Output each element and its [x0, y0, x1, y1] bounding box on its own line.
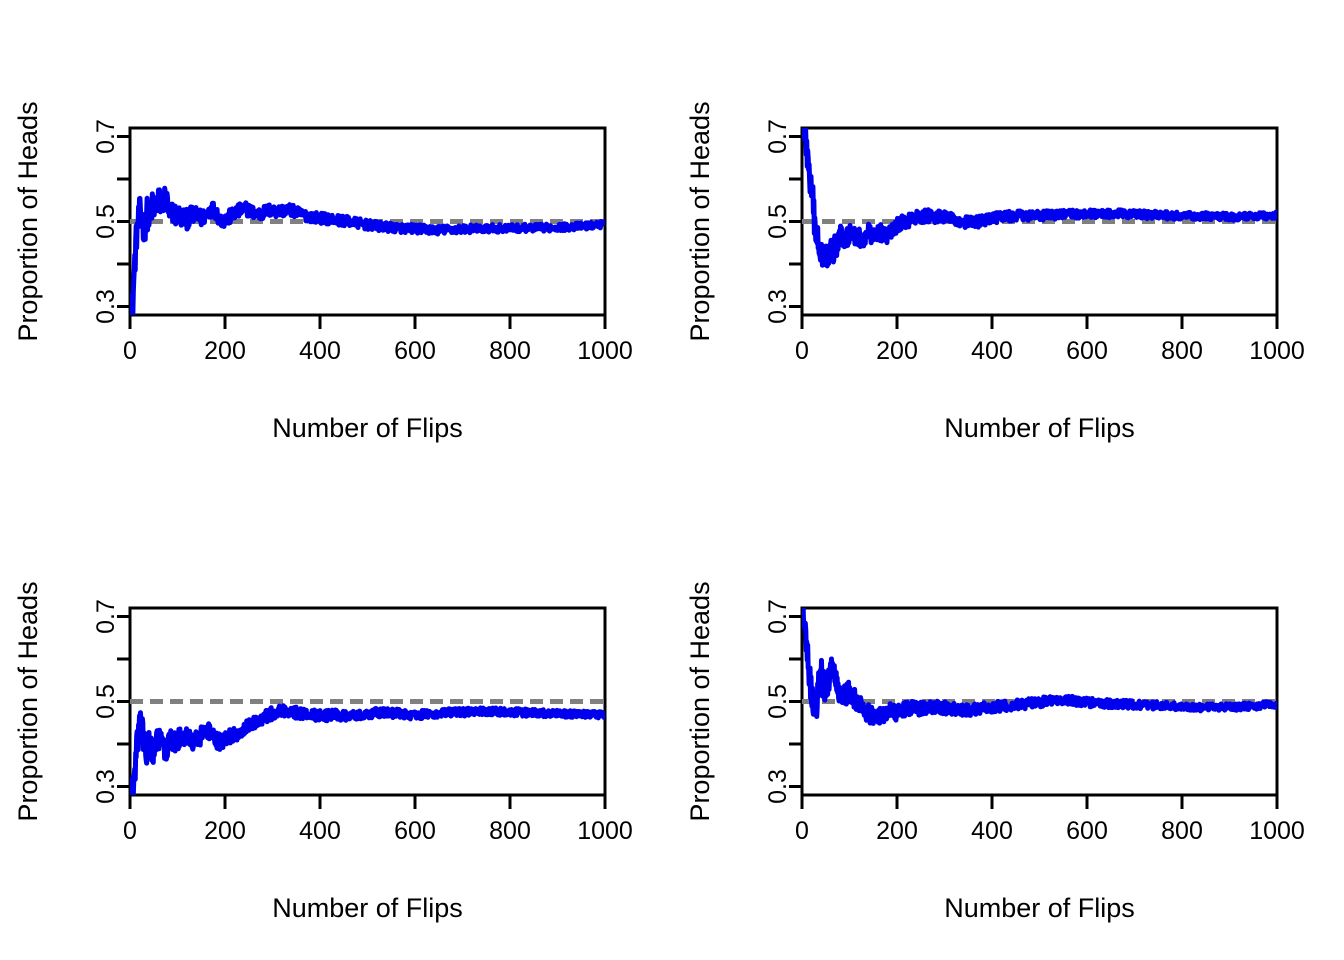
x-tick-label: 400: [299, 817, 341, 845]
x-tick-label: 400: [971, 337, 1013, 365]
x-axis-title: Number of Flips: [272, 413, 463, 443]
y-tick-label: 0.5: [764, 684, 792, 719]
plot-area: [802, 128, 1277, 269]
plot-panel-top-right: 0.3 0.5 0.7 0 200 400 600 800 1000 Number of Flip…: [672, 0, 1344, 480]
plot-panel-bottom-right: 0.3 0.5 0.7 0 200 400 600 800 1000 Number of Flip…: [672, 480, 1344, 960]
x-tick-label: 600: [394, 817, 436, 845]
y-tick-label: 0.3: [764, 289, 792, 324]
x-axis-title: Number of Flips: [944, 413, 1135, 443]
x-tick-label: 600: [394, 337, 436, 365]
y-axis-title: Proportion of Heads: [685, 581, 715, 821]
x-tick-label: 200: [876, 817, 918, 845]
y-tick-label: 0.7: [764, 599, 792, 634]
y-tick-label: 0.3: [764, 769, 792, 804]
x-axis-title: Number of Flips: [272, 893, 463, 923]
y-axis-title: Proportion of Heads: [685, 101, 715, 341]
y-axis-title: Proportion of Heads: [13, 581, 43, 821]
x-axis-title: Number of Flips: [944, 893, 1135, 923]
x-tick-label: 1000: [577, 337, 633, 365]
plot-area: [130, 185, 605, 315]
x-tick-label: 800: [489, 337, 531, 365]
x-tick-label: 600: [1066, 337, 1108, 365]
x-tick-label: 0: [123, 817, 137, 845]
x-tick-label: 800: [1161, 337, 1203, 365]
y-tick-label: 0.5: [764, 204, 792, 239]
x-tick-label: 200: [204, 817, 246, 845]
x-tick-label: 600: [1066, 817, 1108, 845]
x-tick-label: 200: [876, 337, 918, 365]
x-tick-label: 0: [123, 337, 137, 365]
y-tick-label: 0.3: [92, 289, 120, 324]
x-tick-label: 800: [1161, 817, 1203, 845]
x-tick-label: 400: [971, 817, 1013, 845]
plot-panel-bottom-left: 0.3 0.5 0.7 0 200 400 600 800 1000 Number of Flip…: [0, 480, 672, 960]
plot-panel-top-left: 0.3 0.5 0.7 0 200 400 600 800 1000 Number of Flip…: [0, 0, 672, 480]
series-line: [802, 608, 1277, 726]
series-line: [802, 128, 1277, 269]
x-tick-label: 800: [489, 817, 531, 845]
y-tick-label: 0.7: [92, 119, 120, 154]
x-tick-label: 0: [795, 817, 809, 845]
y-tick-label: 0.5: [92, 684, 120, 719]
y-axis-title: Proportion of Heads: [13, 101, 43, 341]
x-tick-label: 200: [204, 337, 246, 365]
x-tick-label: 400: [299, 337, 341, 365]
series-line: [130, 703, 605, 795]
y-tick-label: 0.5: [92, 204, 120, 239]
y-tick-label: 0.7: [92, 599, 120, 634]
x-tick-label: 0: [795, 337, 809, 365]
x-tick-label: 1000: [577, 817, 633, 845]
plot-area: [130, 699, 605, 795]
x-tick-label: 1000: [1249, 817, 1305, 845]
plot-area: [802, 608, 1277, 726]
y-tick-label: 0.3: [92, 769, 120, 804]
y-tick-label: 0.7: [764, 119, 792, 154]
series-line: [130, 185, 605, 315]
figure-canvas: 0.3 0.5 0.7 0 200 400 600 800 1000 Number of Flip…: [0, 0, 1344, 960]
x-tick-label: 1000: [1249, 337, 1305, 365]
